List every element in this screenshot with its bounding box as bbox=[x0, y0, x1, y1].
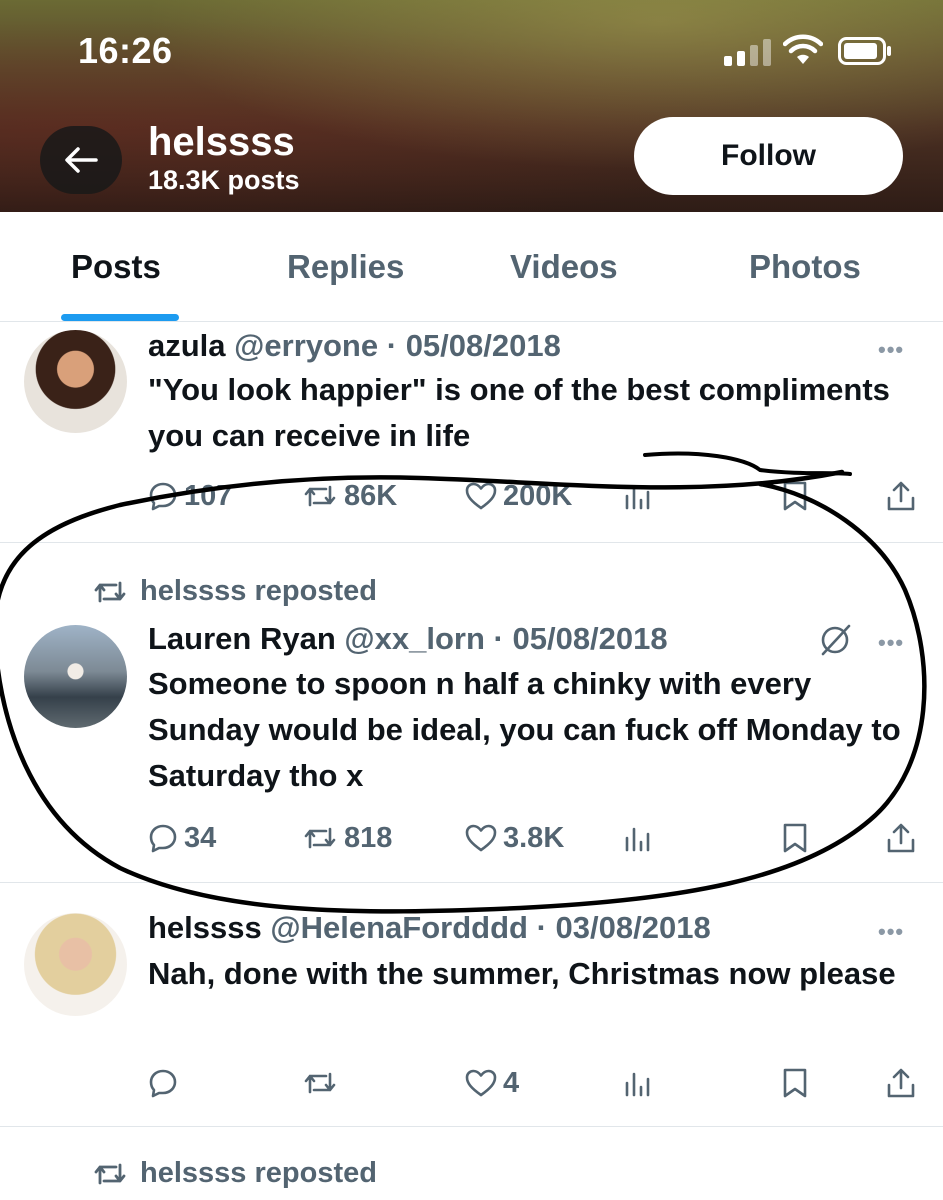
avatar[interactable] bbox=[24, 625, 127, 728]
post-count: 18.3K posts bbox=[148, 165, 300, 195]
post-meta: helssss @HelenaFordddd · 03/08/2018 bbox=[148, 905, 711, 951]
post-text: Nah, done with the summer, Christmas now… bbox=[148, 956, 896, 991]
follow-button[interactable]: Follow bbox=[634, 117, 903, 195]
avatar[interactable] bbox=[24, 330, 127, 433]
reply-button[interactable] bbox=[148, 1063, 184, 1103]
repost-icon bbox=[304, 485, 336, 507]
share-icon bbox=[887, 1068, 915, 1098]
reply-icon bbox=[149, 824, 177, 853]
reply-count: 34 bbox=[184, 821, 217, 854]
views-button[interactable] bbox=[624, 476, 652, 516]
views-button[interactable] bbox=[624, 818, 652, 858]
post-item[interactable]: helssss reposted bbox=[0, 1127, 943, 1200]
like-icon bbox=[465, 1069, 497, 1097]
bookmark-button[interactable] bbox=[782, 476, 808, 516]
share-button[interactable] bbox=[886, 476, 916, 516]
bookmark-button[interactable] bbox=[782, 818, 808, 858]
post-date[interactable]: 03/08/2018 bbox=[556, 910, 711, 945]
bookmark-icon bbox=[783, 823, 807, 853]
active-tab-indicator bbox=[61, 314, 179, 321]
repost-icon bbox=[94, 1163, 126, 1184]
display-name[interactable]: helssss bbox=[148, 910, 262, 945]
views-icon bbox=[625, 485, 650, 510]
reply-icon bbox=[149, 482, 177, 511]
post-date[interactable]: 05/08/2018 bbox=[512, 621, 667, 656]
post-meta: azula @erryone · 05/08/2018 bbox=[148, 323, 561, 369]
tab-replies[interactable]: Replies bbox=[287, 248, 404, 286]
repost-label[interactable]: helssss reposted bbox=[140, 1157, 377, 1190]
separator: · bbox=[386, 328, 398, 363]
repost-indicator: helssss reposted bbox=[92, 575, 377, 608]
post-actions: 107 86K 200K bbox=[0, 476, 943, 516]
repost-button[interactable]: 818 bbox=[302, 818, 392, 858]
repost-label[interactable]: helssss reposted bbox=[140, 575, 377, 608]
display-name[interactable]: azula bbox=[148, 328, 226, 363]
reply-icon bbox=[149, 1069, 177, 1098]
repost-indicator: helssss reposted bbox=[92, 1157, 377, 1190]
separator: · bbox=[536, 910, 547, 945]
post-item[interactable]: helssss @HelenaFordddd · 03/08/2018 ••• … bbox=[0, 883, 943, 1127]
share-icon bbox=[887, 823, 915, 853]
post-meta: Lauren Ryan @xx_lorn · 05/08/2018 bbox=[148, 616, 668, 662]
like-icon bbox=[465, 824, 497, 852]
views-button[interactable] bbox=[624, 1063, 652, 1103]
repost-icon bbox=[304, 827, 336, 849]
post-actions: 34 818 3.8K bbox=[0, 818, 943, 858]
more-icon[interactable]: ••• bbox=[878, 337, 904, 363]
profile-name: helssss bbox=[148, 120, 295, 164]
bookmark-icon bbox=[783, 481, 807, 511]
like-button[interactable]: 4 bbox=[465, 1063, 519, 1103]
tab-photos[interactable]: Photos bbox=[749, 248, 861, 286]
like-count: 4 bbox=[503, 1066, 520, 1099]
more-icon[interactable]: ••• bbox=[878, 919, 904, 945]
profile-tabs: Posts Replies Videos Photos bbox=[0, 212, 943, 322]
repost-count: 86K bbox=[344, 479, 398, 512]
profile-header: 16:26 helssss 18.3K posts Follow bbox=[0, 0, 943, 212]
handle[interactable]: @erryone bbox=[234, 328, 378, 363]
like-count: 3.8K bbox=[503, 821, 565, 854]
like-button[interactable]: 200K bbox=[465, 476, 572, 516]
handle[interactable]: @xx_lorn bbox=[344, 621, 485, 656]
no-notify-icon bbox=[821, 624, 851, 656]
bookmark-button[interactable] bbox=[782, 1063, 808, 1103]
reply-count: 107 bbox=[184, 479, 233, 512]
tab-videos[interactable]: Videos bbox=[510, 248, 618, 286]
handle[interactable]: @HelenaFordddd bbox=[270, 910, 528, 945]
like-count: 200K bbox=[503, 479, 573, 512]
post-date[interactable]: 05/08/2018 bbox=[406, 328, 561, 363]
post-item[interactable]: helssss reposted Lauren Ryan @xx_lorn · … bbox=[0, 543, 943, 883]
share-icon bbox=[887, 481, 915, 511]
post-item[interactable]: azula @erryone · 05/08/2018 ••• "You loo… bbox=[0, 323, 943, 543]
reply-button[interactable]: 107 bbox=[148, 476, 232, 516]
bookmark-icon bbox=[783, 1068, 807, 1098]
separator: · bbox=[493, 621, 504, 656]
signal-icon bbox=[724, 38, 771, 66]
repost-icon bbox=[304, 1072, 336, 1094]
post-actions: 4 bbox=[0, 1063, 943, 1103]
more-icon[interactable]: ••• bbox=[878, 630, 904, 656]
views-icon bbox=[625, 827, 650, 852]
share-button[interactable] bbox=[886, 818, 916, 858]
display-name[interactable]: Lauren Ryan bbox=[148, 621, 336, 656]
avatar[interactable] bbox=[24, 913, 127, 1016]
repost-button[interactable]: 86K bbox=[302, 476, 397, 516]
repost-icon bbox=[94, 581, 126, 602]
back-arrow-icon bbox=[65, 147, 98, 173]
tab-posts[interactable]: Posts bbox=[71, 248, 161, 286]
reply-button[interactable]: 34 bbox=[148, 818, 216, 858]
battery-icon bbox=[838, 37, 891, 65]
repost-count: 818 bbox=[344, 821, 393, 854]
repost-button[interactable] bbox=[302, 1063, 344, 1103]
like-button[interactable]: 3.8K bbox=[465, 818, 564, 858]
back-button[interactable] bbox=[40, 126, 122, 194]
post-text: Someone to spoon n half a chinky with ev… bbox=[148, 666, 901, 793]
status-time: 16:26 bbox=[78, 30, 173, 71]
views-icon bbox=[625, 1072, 650, 1097]
post-text: "You look happier" is one of the best co… bbox=[148, 372, 890, 453]
wifi-icon bbox=[783, 34, 823, 64]
share-button[interactable] bbox=[886, 1063, 916, 1103]
like-icon bbox=[465, 482, 497, 510]
